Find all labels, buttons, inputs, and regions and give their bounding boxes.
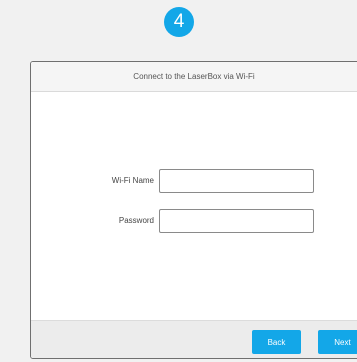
wifi-name-label: Wi-Fi Name [111,176,154,185]
wizard-screen: 4 Connect to the LaserBox via Wi-Fi Wi-F… [0,0,357,362]
dialog-header: Connect to the LaserBox via Wi-Fi [31,62,357,92]
wifi-form: Wi-Fi Name Password [31,92,357,320]
password-label: Password [118,216,154,225]
back-button[interactable]: Back [252,330,301,354]
next-button[interactable]: Next [318,330,357,354]
dialog-footer: Back Next [31,320,357,358]
password-input[interactable] [159,209,314,233]
step-number-badge: 4 [164,7,194,37]
dialog-title: Connect to the LaserBox via Wi-Fi [133,72,255,81]
password-row: Password [31,209,357,233]
wifi-name-input[interactable] [159,169,314,193]
wifi-name-row: Wi-Fi Name [31,169,357,193]
wifi-connect-dialog: Connect to the LaserBox via Wi-Fi Wi-Fi … [30,61,357,359]
